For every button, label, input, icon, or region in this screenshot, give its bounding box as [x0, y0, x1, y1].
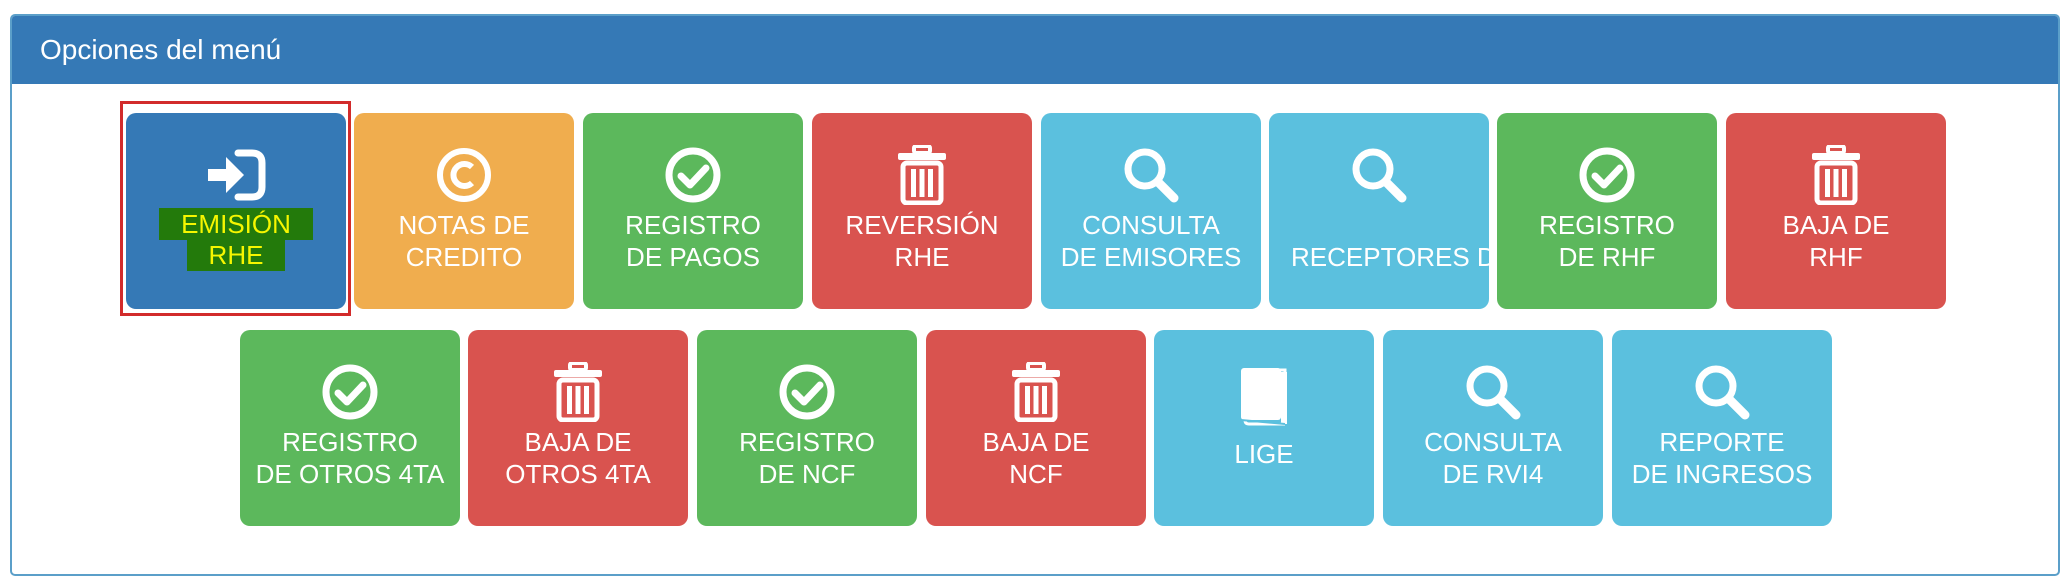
tile-label-line2: RHE — [186, 239, 286, 271]
trash-icon — [812, 145, 1032, 205]
tile-label-line2: RHE — [894, 242, 950, 272]
check-circle-icon — [697, 362, 917, 422]
trash-icon — [926, 362, 1146, 422]
tile-label-line2: DE NCF — [758, 459, 856, 489]
search-icon — [1269, 145, 1489, 205]
book-icon — [1154, 366, 1374, 426]
tile-label-line2: NCF — [1009, 459, 1063, 489]
tile-label-line2: DE PAGOS — [626, 242, 760, 272]
tile-label-line1: CONSULTA — [1082, 210, 1220, 240]
copyright-icon — [354, 145, 574, 205]
tile-label-line1: RECEPTORES D — [1291, 242, 1489, 272]
tile-label-line1: REVERSIÓN — [845, 210, 999, 240]
tile-label-line1: BAJA DE — [982, 427, 1090, 457]
check-circle-icon — [240, 362, 460, 422]
tile-label-line2: DE RVI4 — [1442, 459, 1544, 489]
tile-label-line1: REPORTE — [1659, 427, 1785, 457]
tile-label-line1: NOTAS DE — [398, 210, 530, 240]
tile-label-line1: REGISTRO — [625, 210, 761, 240]
baja-rhf-button[interactable]: BAJA DE RHF — [1726, 113, 1946, 309]
tile-label-line2: OTROS 4TA — [505, 459, 651, 489]
consulta-emisores-button[interactable]: CONSULTA DE EMISORES — [1041, 113, 1261, 309]
search-icon — [1383, 362, 1603, 422]
tile-label-line1: REGISTRO — [282, 427, 418, 457]
lige-button[interactable]: LIGE — [1154, 330, 1374, 526]
tile-label-line1: CONSULTA — [1424, 427, 1562, 457]
registro-pagos-button[interactable]: REGISTRO DE PAGOS — [583, 113, 803, 309]
registro-rhf-button[interactable]: REGISTRO DE RHF — [1497, 113, 1717, 309]
check-circle-icon — [1497, 145, 1717, 205]
sign-in-icon — [126, 145, 346, 205]
reporte-ingresos-button[interactable]: REPORTE DE INGRESOS — [1612, 330, 1832, 526]
tile-label-line2: RHF — [1809, 242, 1863, 272]
trash-icon — [468, 362, 688, 422]
tile-label-line1: REGISTRO — [1539, 210, 1675, 240]
trash-icon — [1726, 145, 1946, 205]
search-icon — [1612, 362, 1832, 422]
tile-label-line1: BAJA DE — [1782, 210, 1890, 240]
tile-label-line1: BAJA DE — [524, 427, 632, 457]
tile-label-line1: EMISIÓN — [159, 208, 313, 240]
tile-label-line2: DE INGRESOS — [1631, 459, 1813, 489]
tile-label-line1: LIGE — [1234, 439, 1294, 469]
baja-otros-4ta-button[interactable]: BAJA DE OTROS 4TA — [468, 330, 688, 526]
panel-title: Opciones del menú — [12, 16, 2058, 84]
tile-label-line2: DE EMISORES — [1060, 242, 1242, 272]
tile-label-line2: DE RHF — [1558, 242, 1656, 272]
baja-ncf-button[interactable]: BAJA DE NCF — [926, 330, 1146, 526]
registro-ncf-button[interactable]: REGISTRO DE NCF — [697, 330, 917, 526]
check-circle-icon — [583, 145, 803, 205]
emision-rhe-button[interactable]: EMISIÓN RHE — [126, 113, 346, 309]
notas-credito-button[interactable]: NOTAS DE CREDITO — [354, 113, 574, 309]
tile-label-line1: REGISTRO — [739, 427, 875, 457]
registro-otros-4ta-button[interactable]: REGISTRO DE OTROS 4TA — [240, 330, 460, 526]
reversion-rhe-button[interactable]: REVERSIÓN RHE — [812, 113, 1032, 309]
tile-label-line2: DE OTROS 4TA — [255, 459, 445, 489]
consulta-rvi4-button[interactable]: CONSULTA DE RVI4 — [1383, 330, 1603, 526]
tile-label-line2: CREDITO — [405, 242, 523, 272]
receptores-button[interactable]: RECEPTORES D — [1269, 113, 1489, 309]
search-icon — [1041, 145, 1261, 205]
